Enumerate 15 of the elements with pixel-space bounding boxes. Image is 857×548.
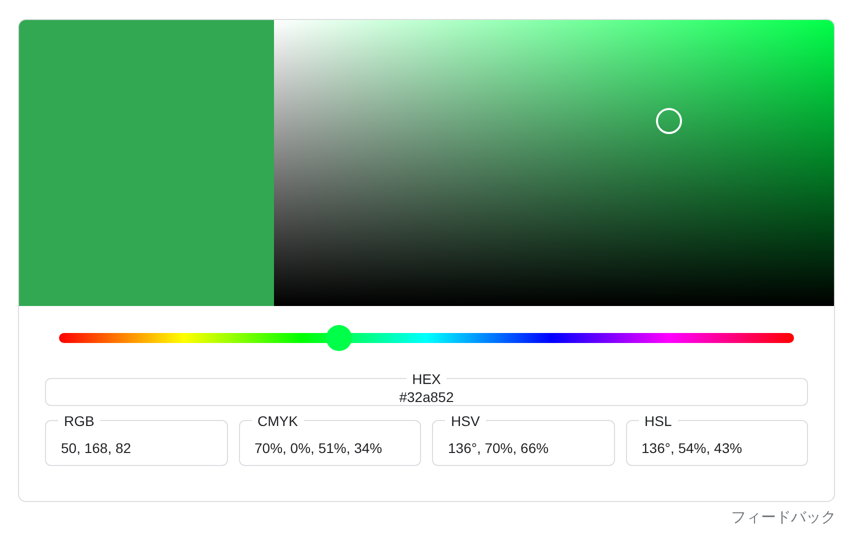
feedback-link[interactable]: フィードバック bbox=[731, 508, 836, 527]
field-value: 136°, 70%, 66% bbox=[448, 440, 549, 456]
field-label: RGB bbox=[58, 413, 100, 429]
field-value: 136°, 54%, 43% bbox=[642, 440, 742, 456]
field-value: 50, 168, 82 bbox=[61, 440, 132, 456]
saturation-value-area[interactable] bbox=[274, 20, 834, 306]
picker-cursor[interactable] bbox=[656, 108, 682, 134]
field-value: 70%, 0%, 51%, 34% bbox=[254, 440, 382, 456]
hue-slider[interactable] bbox=[59, 325, 794, 351]
hex-value: #32a852 bbox=[399, 389, 454, 405]
field-label: CMYK bbox=[252, 413, 304, 429]
hue-slider-thumb[interactable] bbox=[326, 325, 352, 351]
hex-label: HEX bbox=[406, 371, 447, 387]
field-label: HSV bbox=[445, 413, 486, 429]
field-label: HSL bbox=[638, 413, 678, 429]
